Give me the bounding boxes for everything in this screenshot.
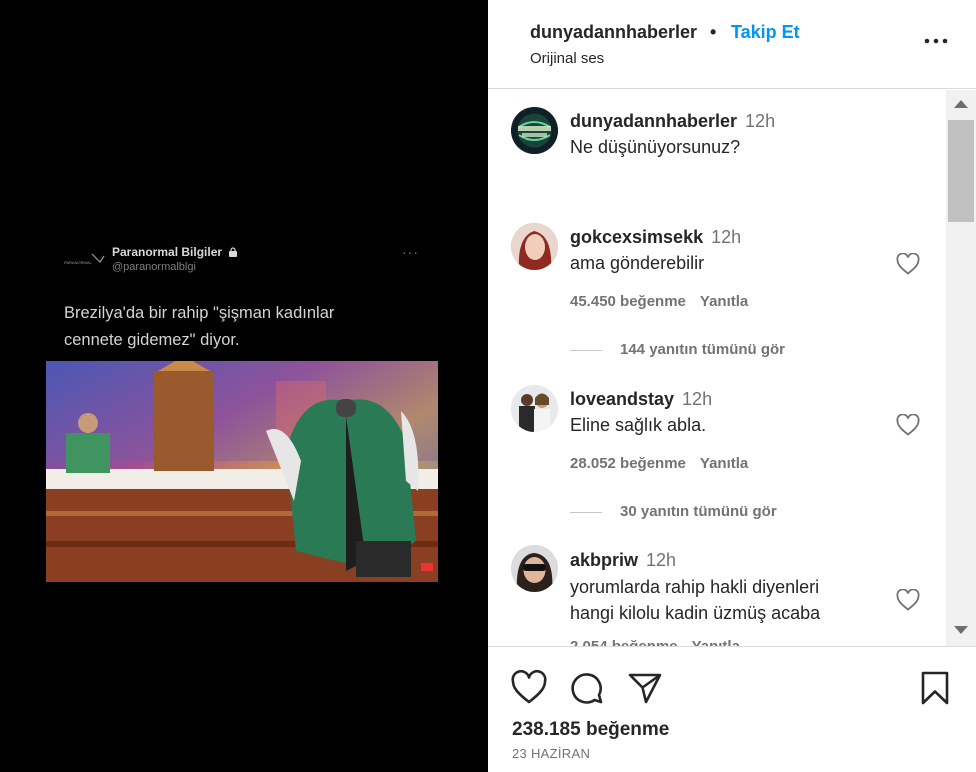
- comment-like-count[interactable]: 2.054 beğenme: [570, 638, 678, 646]
- comment-meta: 2.054 beğenme Yanıtla: [570, 638, 754, 646]
- reply-button[interactable]: Yanıtla: [692, 638, 740, 646]
- avatar[interactable]: [511, 545, 558, 592]
- comments-list[interactable]: dunyadannhaberler 12h Ne düşünüyorsunuz? …: [488, 90, 946, 646]
- post-media[interactable]: PARANORMAL Paranormal Bilgiler @paranorm…: [0, 0, 488, 772]
- post-date[interactable]: 23 HAZİRAN: [512, 746, 590, 761]
- comment-username[interactable]: loveandstay 12h: [570, 389, 712, 410]
- scroll-thumb[interactable]: [948, 120, 974, 222]
- avatar-photo: [511, 545, 558, 592]
- comment-meta: 45.450 beğenme Yanıtla: [570, 293, 762, 310]
- comment-text: Eline sağlık abla.: [570, 415, 707, 435]
- heart-icon[interactable]: [510, 669, 548, 707]
- comments-scrollbar[interactable]: [946, 90, 976, 646]
- comment-text-line: hangi kilolu kadin üzmüş acaba: [570, 603, 821, 623]
- comment-like-heart-icon[interactable]: [896, 253, 920, 275]
- comment-time: 12h: [646, 550, 677, 570]
- avatar-photo: [511, 223, 558, 270]
- tweet-account-name: Paranormal Bilgiler: [112, 245, 238, 259]
- news-logo-icon: [511, 107, 558, 154]
- tweet-text: Brezilya'da bir rahip "şişman kadınlar c…: [64, 304, 335, 349]
- avatar[interactable]: [511, 385, 558, 432]
- header-separator: •: [710, 22, 717, 42]
- caption-username[interactable]: dunyadannhaberler 12h: [570, 111, 775, 132]
- comment-like-heart-icon[interactable]: [896, 589, 920, 611]
- divider-line: [570, 511, 602, 513]
- tweet-header: PARANORMAL Paranormal Bilgiler @paranorm…: [64, 244, 424, 280]
- post-actions-footer: 238.185 beğenme 23 HAZİRAN: [488, 646, 976, 772]
- comment-time: 12h: [682, 389, 713, 409]
- bookmark-icon[interactable]: [916, 669, 954, 707]
- header-username[interactable]: dunyadannhaberler: [530, 22, 697, 43]
- follow-button[interactable]: Takip Et: [731, 22, 800, 43]
- comment-username[interactable]: gokcexsimsekk 12h: [570, 227, 741, 248]
- comment-like-heart-icon[interactable]: [896, 414, 920, 436]
- view-replies-button[interactable]: 144 yanıtın tümünü gör: [570, 341, 785, 358]
- scroll-down-arrow-icon[interactable]: [954, 626, 968, 634]
- lock-icon: [229, 247, 238, 257]
- caption-time: 12h: [745, 111, 776, 131]
- svg-text:PARANORMAL: PARANORMAL: [64, 260, 92, 265]
- share-icon[interactable]: [626, 669, 664, 707]
- divider-line: [570, 349, 602, 351]
- comment-text-line: yorumlarda rahip hakli diyenleri: [570, 577, 820, 597]
- post-like-count[interactable]: 238.185 beğenme: [512, 719, 669, 741]
- comment-text: yorumlarda rahip hakli diyenleri hangi k…: [570, 574, 880, 626]
- more-options-icon[interactable]: [923, 30, 949, 52]
- scroll-up-arrow-icon[interactable]: [954, 100, 968, 108]
- video-thumbnail: [46, 361, 438, 582]
- avatar[interactable]: [511, 223, 558, 270]
- comment-time: 12h: [711, 227, 742, 247]
- audio-label[interactable]: Orijinal ses: [530, 50, 604, 67]
- avatar-photo: [511, 385, 558, 432]
- reply-button[interactable]: Yanıtla: [700, 293, 748, 310]
- post-header: dunyadannhaberler • Takip Et Orijinal se…: [488, 0, 976, 89]
- tweet-handle: @paranormalblgi: [112, 261, 196, 273]
- caption-text: Ne düşünüyorsunuz?: [570, 137, 741, 157]
- comment-like-count[interactable]: 45.450 beğenme: [570, 293, 686, 310]
- paranormal-logo-icon: PARANORMAL: [64, 253, 105, 265]
- avatar[interactable]: [511, 107, 558, 154]
- view-replies-button[interactable]: 30 yanıtın tümünü gör: [570, 503, 777, 520]
- comment-username[interactable]: akbpriw 12h: [570, 550, 676, 571]
- video-frame[interactable]: [46, 361, 438, 582]
- tweet-more-icon: ···: [402, 244, 419, 260]
- reply-button[interactable]: Yanıtla: [700, 455, 748, 472]
- comment-meta: 28.052 beğenme Yanıtla: [570, 455, 762, 472]
- comment-text: ama gönderebilir: [570, 253, 705, 273]
- comment-icon[interactable]: [568, 669, 606, 707]
- comment-like-count[interactable]: 28.052 beğenme: [570, 455, 686, 472]
